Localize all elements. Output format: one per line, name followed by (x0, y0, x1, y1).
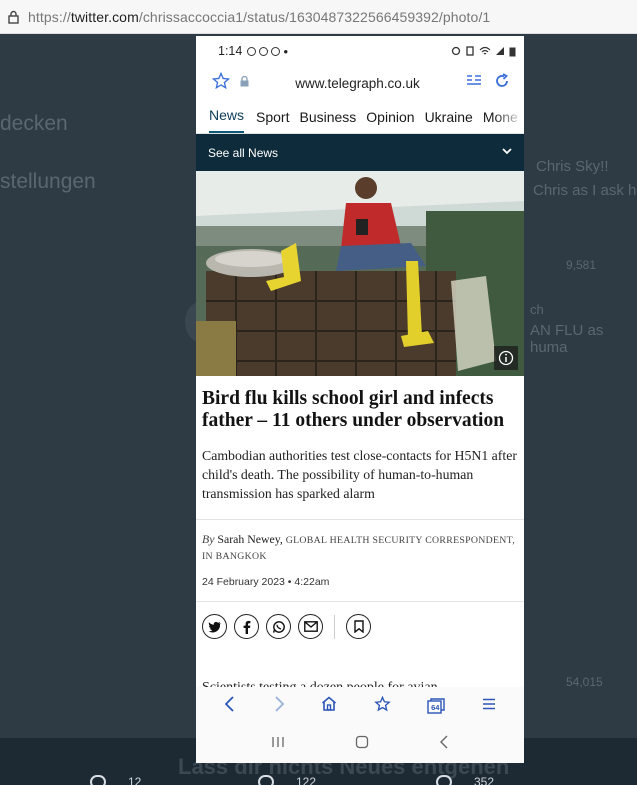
favorite-star-icon[interactable] (211, 71, 231, 95)
instagram-icon (247, 46, 257, 56)
email-share-icon[interactable] (298, 614, 323, 639)
bookmarks-icon[interactable] (373, 695, 391, 717)
status-time: 1:14 (218, 44, 243, 58)
byline-by: By (202, 532, 215, 546)
author-name[interactable]: Sarah Newey, (217, 532, 282, 546)
more-dot-icon: ● (283, 46, 289, 56)
share-bar (196, 602, 524, 639)
back-icon[interactable] (224, 695, 236, 717)
system-back-icon[interactable] (439, 735, 449, 754)
tab-news[interactable]: News (209, 107, 245, 133)
tab-ukraine[interactable]: Ukraine (425, 109, 480, 133)
backdrop-text: stellungen (0, 170, 96, 193)
bookmark-icon[interactable] (346, 614, 371, 639)
share-divider (334, 614, 335, 639)
chevron-down-icon (502, 147, 512, 158)
home-icon[interactable] (321, 696, 337, 716)
url-path: /chrissaccoccia1/status/1630487322566459… (138, 8, 491, 25)
photo-illustration (196, 171, 524, 376)
app-icon (271, 46, 281, 56)
status-bar: 1:14 ● (196, 36, 524, 66)
menu-icon[interactable] (482, 697, 496, 715)
reply-stat[interactable]: 12 (90, 775, 141, 785)
tab-business[interactable]: Business (299, 109, 363, 133)
see-all-label: See all News (208, 145, 279, 160)
backdrop-text: 54,015 (566, 675, 603, 689)
retweet-count: 122 (296, 775, 317, 785)
byline: By Sarah Newey, GLOBAL HEALTH SECURITY C… (196, 520, 524, 564)
see-all-news-bar[interactable]: See all News (196, 134, 524, 171)
reply-icon (90, 775, 106, 785)
tabs-fade (494, 99, 524, 133)
phone-screenshot: 1:14 ● www.telegraph.co.uk News Sport Bu… (196, 36, 524, 763)
reddit-icon (259, 46, 269, 56)
twitter-share-icon[interactable] (202, 614, 227, 639)
battery-icon (509, 47, 516, 56)
retweet-icon (258, 775, 274, 785)
browser-toolbar: 64 (196, 687, 524, 725)
backdrop-text: 9,581 (566, 258, 597, 272)
reload-icon[interactable] (494, 72, 510, 94)
backdrop-text: AN FLU as huma (530, 322, 604, 356)
browser-address-bar[interactable]: https://twitter.com/chrissaccoccia1/stat… (0, 0, 637, 34)
mobile-address-bar[interactable]: www.telegraph.co.uk (196, 66, 524, 100)
address-url[interactable]: https://twitter.com/chrissaccoccia1/stat… (28, 9, 490, 25)
like-count: 352 (474, 775, 495, 785)
tab-count: 64 (431, 702, 440, 712)
backdrop-text: decken (0, 112, 68, 135)
heart-icon (436, 775, 452, 785)
signal-icon (496, 47, 504, 55)
lock-icon (2, 10, 24, 24)
recent-apps-icon[interactable] (271, 735, 285, 753)
forward-icon[interactable] (273, 695, 285, 717)
wifi-icon (479, 46, 491, 55)
url-host: twitter.com (70, 8, 139, 25)
vibrate-icon (466, 46, 474, 56)
tab-opinion[interactable]: Opinion (366, 109, 421, 133)
article-photo (196, 171, 524, 376)
home-button-icon[interactable] (355, 735, 369, 754)
whatsapp-share-icon[interactable] (266, 614, 291, 639)
backdrop-text: Chris as I ask h (533, 182, 637, 199)
backdrop-text: Chris Sky!! (536, 158, 609, 175)
article-headline: Bird flu kills school girl and infects f… (202, 388, 505, 431)
tab-sport[interactable]: Sport (256, 109, 296, 133)
section-tabs: News Sport Business Opinion Ukraine Mone (196, 99, 524, 134)
article-date: 24 February 2023 • 4:22am (202, 576, 330, 588)
url-scheme: https:// (28, 8, 71, 25)
backdrop-text: ch (530, 302, 544, 317)
article-standfirst: Cambodian authorities test close-contact… (202, 448, 517, 501)
info-icon[interactable] (494, 346, 518, 370)
alarm-icon (451, 46, 461, 56)
notification-icons: ● (247, 46, 289, 56)
reply-count: 12 (128, 775, 142, 785)
system-status-icons (451, 46, 516, 57)
lock-icon (240, 74, 249, 92)
like-stat[interactable]: 352 (436, 775, 494, 785)
tabs-icon[interactable]: 64 (427, 698, 445, 714)
site-host[interactable]: www.telegraph.co.uk (249, 76, 466, 91)
system-navigation-bar (196, 725, 524, 763)
facebook-share-icon[interactable] (234, 614, 259, 639)
retweet-stat[interactable]: 122 (258, 775, 316, 785)
reader-mode-icon[interactable] (466, 74, 482, 93)
